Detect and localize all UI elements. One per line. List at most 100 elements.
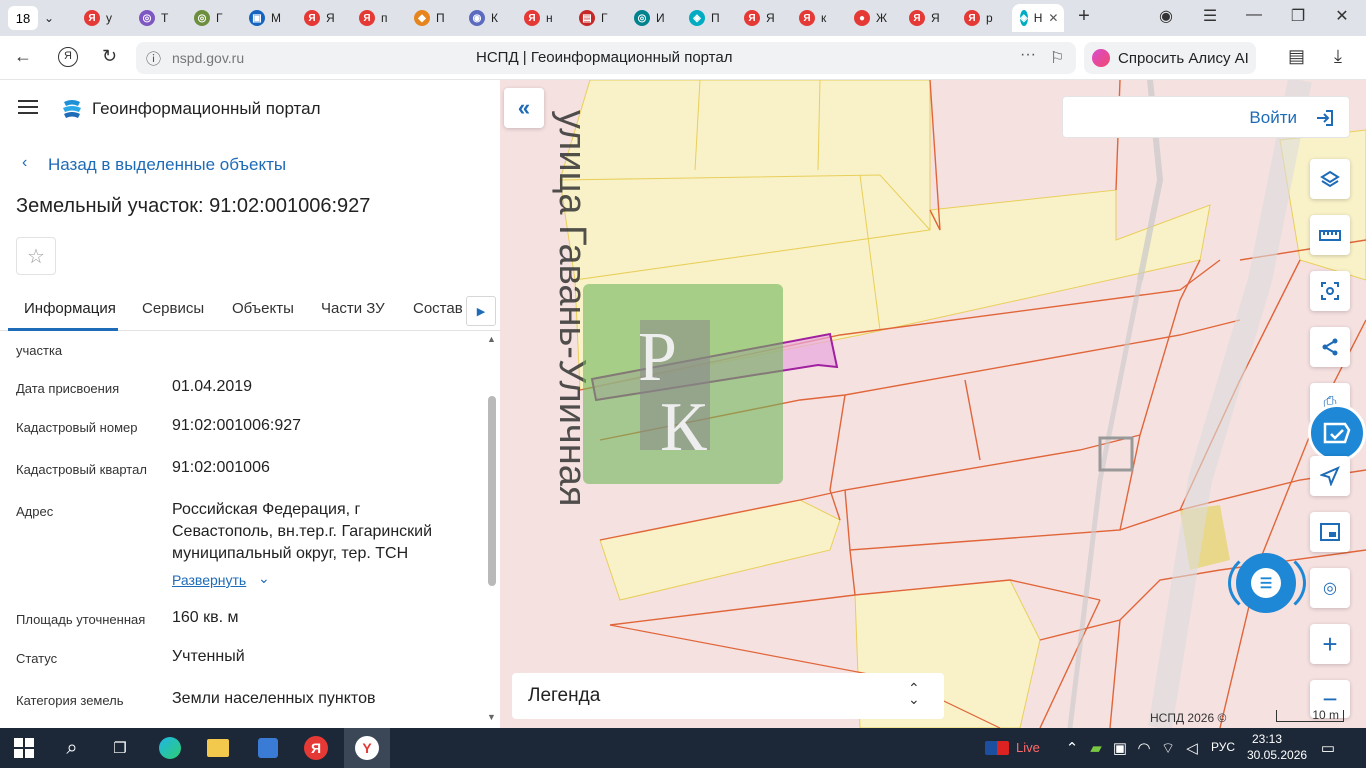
chat-button[interactable]: ☰ bbox=[1236, 553, 1296, 613]
download-icon[interactable]: ⤓ bbox=[1334, 46, 1342, 67]
alice-label: Спросить Алису AI bbox=[1118, 49, 1249, 67]
expand-address-link[interactable]: Развернуть bbox=[172, 572, 246, 588]
login-icon[interactable] bbox=[1315, 108, 1335, 128]
tab-label: н bbox=[546, 11, 553, 25]
close-window-icon[interactable]: ✕ bbox=[1330, 6, 1354, 26]
clock-time[interactable]: 23:13 bbox=[1252, 732, 1282, 746]
tray-expand-icon[interactable]: ⌃ bbox=[1060, 736, 1084, 760]
browser-tab[interactable]: Як bbox=[799, 4, 826, 32]
expand-chevron-icon[interactable]: ⌄ bbox=[258, 570, 270, 587]
browser-tab[interactable]: ▣ М bbox=[249, 4, 281, 32]
tab-information[interactable]: Информация bbox=[24, 300, 116, 317]
browser-tab[interactable]: ◈ П bbox=[689, 4, 720, 32]
minimize-icon[interactable]: — bbox=[1242, 6, 1266, 24]
partial-field-label: участка bbox=[16, 343, 63, 358]
clock-date[interactable]: 30.05.2026 bbox=[1247, 748, 1307, 762]
browser-tab[interactable]: ◎ Т bbox=[139, 4, 168, 32]
zoom-in-icon[interactable]: + bbox=[1310, 624, 1350, 664]
browser-tab[interactable]: ◆ П bbox=[414, 4, 445, 32]
scale-bar: 10 m bbox=[1276, 709, 1344, 722]
reload-icon[interactable]: ↻ bbox=[102, 46, 117, 67]
yandex-browser-taskbar-button[interactable]: Y bbox=[344, 728, 390, 768]
browser-tab[interactable]: Яп bbox=[359, 4, 388, 32]
task-view-icon[interactable]: ❐ bbox=[108, 736, 132, 760]
browser-tab[interactable]: ◎ Г bbox=[194, 4, 223, 32]
menu-icon[interactable]: ☰ bbox=[1198, 6, 1222, 26]
input-language[interactable]: РУС bbox=[1211, 740, 1235, 754]
address-label: Адрес bbox=[16, 504, 54, 519]
mlb-icon[interactable] bbox=[984, 736, 1010, 760]
store-icon[interactable] bbox=[256, 736, 280, 760]
tab-services[interactable]: Сервисы bbox=[142, 300, 204, 317]
search-icon[interactable]: ⌕ bbox=[60, 736, 84, 760]
tab-parts[interactable]: Части ЗУ bbox=[321, 300, 385, 317]
browser-tab[interactable]: ◉ К bbox=[469, 4, 498, 32]
minimap-icon[interactable] bbox=[1310, 512, 1350, 552]
tabs-dropdown-icon[interactable]: ⌄ bbox=[44, 4, 54, 32]
alice-button[interactable]: Спросить Алису AI bbox=[1084, 42, 1256, 74]
legend-toggle-icon[interactable]: ⌃ ⌄ bbox=[908, 681, 920, 706]
navigate-icon[interactable] bbox=[1310, 456, 1350, 496]
layers-icon[interactable] bbox=[1310, 159, 1350, 199]
volume-icon[interactable]: ◁ bbox=[1180, 736, 1204, 760]
map-canvas[interactable]: улица Гавань-Уличная Р К bbox=[500, 80, 1366, 728]
browser-tab[interactable]: ● Ж bbox=[854, 4, 887, 32]
browser-tab[interactable]: ◎ И bbox=[634, 4, 665, 32]
collapse-panel-icon[interactable]: « bbox=[504, 88, 544, 128]
browser-tab[interactable]: Яр bbox=[964, 4, 993, 32]
tab-objects[interactable]: Объекты bbox=[232, 300, 294, 317]
browser-tab[interactable]: Яу bbox=[84, 4, 112, 32]
back-arrow-icon[interactable]: ← bbox=[14, 46, 32, 67]
tab-active[interactable]: ◈ Н ✕ bbox=[1012, 4, 1064, 32]
tabs-next-arrow-icon[interactable]: ▶ bbox=[466, 296, 496, 326]
network-icon[interactable]: ◠ bbox=[1132, 736, 1156, 760]
browser-tab[interactable]: ▤ Г bbox=[579, 4, 608, 32]
tab-count-button[interactable]: 18 bbox=[8, 6, 38, 30]
status-value: Учтенный bbox=[172, 648, 245, 665]
collections-icon[interactable]: ▤ bbox=[1288, 46, 1305, 67]
bookmark-icon[interactable]: ⚐ bbox=[1050, 48, 1064, 68]
select-area-icon[interactable] bbox=[1310, 271, 1350, 311]
browser-tab[interactable]: ЯЯ bbox=[909, 4, 940, 32]
alice-icon bbox=[1092, 49, 1110, 67]
address-line-3: муниципальный округ, тер. ТСН bbox=[172, 545, 409, 562]
back-to-selection-link[interactable]: Назад в выделенные объекты bbox=[48, 155, 286, 175]
active-tab-indicator bbox=[8, 328, 118, 331]
gosuslugi-helper-icon[interactable] bbox=[1308, 404, 1366, 462]
legend-panel[interactable]: Легенда ⌃ ⌄ bbox=[512, 673, 944, 719]
panel-scrollbar[interactable]: ▲ ▼ bbox=[486, 334, 498, 724]
share-icon[interactable] bbox=[1310, 327, 1350, 367]
new-tab-icon[interactable]: + bbox=[1072, 5, 1096, 28]
file-explorer-icon[interactable] bbox=[206, 736, 230, 760]
tab-label: у bbox=[106, 11, 112, 25]
hamburger-menu-icon[interactable] bbox=[18, 100, 38, 114]
wifi-icon[interactable]: ⌔ bbox=[1156, 736, 1180, 760]
yandex-app-icon[interactable]: Я bbox=[304, 736, 328, 760]
tab-favicon-icon: ● bbox=[854, 10, 870, 26]
windows-start-icon[interactable] bbox=[12, 736, 36, 760]
geolocate-icon[interactable]: ◎ bbox=[1310, 568, 1350, 608]
browser-tab[interactable]: ЯЯ bbox=[744, 4, 775, 32]
notifications-icon[interactable]: ▭ bbox=[1316, 736, 1340, 760]
ruler-icon[interactable] bbox=[1310, 215, 1350, 255]
browser-tab[interactable]: ЯЯ bbox=[304, 4, 335, 32]
scroll-up-icon[interactable]: ▲ bbox=[487, 334, 496, 344]
scroll-thumb[interactable] bbox=[488, 396, 496, 586]
tab-composition[interactable]: Состав bbox=[413, 300, 463, 317]
login-button[interactable]: Войти bbox=[1249, 108, 1297, 128]
restore-icon[interactable]: ❐ bbox=[1286, 6, 1310, 26]
edge-icon[interactable] bbox=[158, 736, 182, 760]
browser-tab[interactable]: Ян bbox=[524, 4, 553, 32]
profile-icon[interactable]: ◉ bbox=[1154, 6, 1178, 26]
favorite-star-icon[interactable]: ☆ bbox=[16, 237, 56, 275]
yandex-logo-icon[interactable]: Я bbox=[58, 47, 78, 67]
site-info-icon[interactable]: ⓘ bbox=[146, 48, 161, 69]
more-icon[interactable]: ··· bbox=[1020, 46, 1036, 64]
scroll-down-icon[interactable]: ▼ bbox=[487, 712, 496, 722]
close-tab-icon[interactable]: ✕ bbox=[1048, 11, 1058, 25]
live-label[interactable]: Live bbox=[1016, 740, 1040, 755]
meet-icon[interactable]: ▣ bbox=[1108, 736, 1132, 760]
nvidia-icon[interactable]: ▰ bbox=[1084, 736, 1108, 760]
back-chevron-icon[interactable]: ‹ bbox=[22, 154, 27, 172]
url-field[interactable]: ⓘ nspd.gov.ru НСПД | Геоинформационный п… bbox=[136, 42, 1076, 74]
